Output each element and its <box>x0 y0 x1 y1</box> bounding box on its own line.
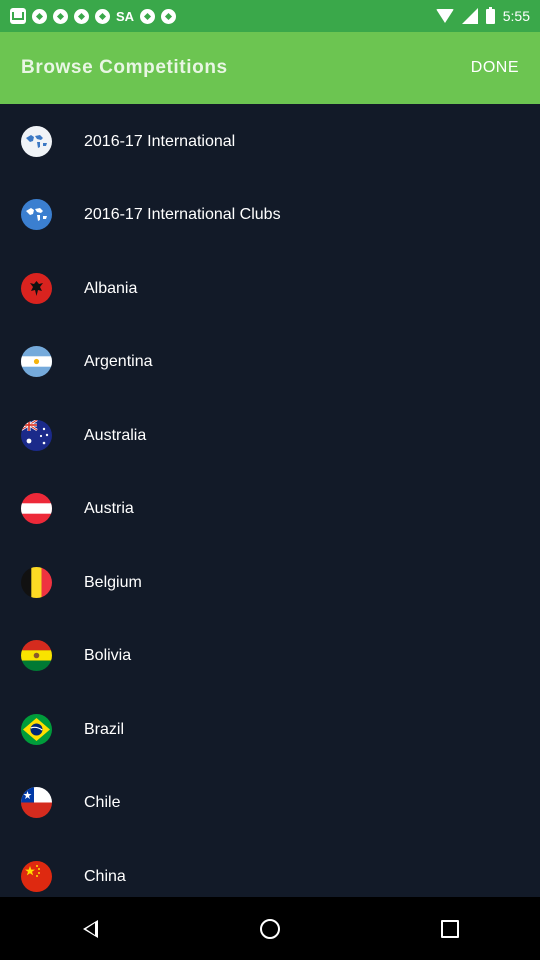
status-bar: SA 5:55 <box>0 0 540 32</box>
competition-item-albania[interactable]: Albania <box>0 252 540 325</box>
competition-item-chile[interactable]: Chile <box>0 766 540 839</box>
world-map-icon <box>21 126 52 157</box>
competition-label: Brazil <box>84 720 125 738</box>
competition-item-bolivia[interactable]: Bolivia <box>0 619 540 692</box>
wifi-icon <box>435 9 454 23</box>
competition-item-brazil[interactable]: Brazil <box>0 693 540 766</box>
clock: 5:55 <box>502 8 530 24</box>
brazil-flag-icon <box>21 714 52 745</box>
australia-flag-icon <box>21 420 52 451</box>
competition-item-international-clubs[interactable]: 2016-17 International Clubs <box>0 178 540 251</box>
competition-label: Austria <box>84 499 134 517</box>
recent-apps-button[interactable] <box>420 909 480 949</box>
competition-item-china[interactable]: China <box>0 840 540 897</box>
carrier-tag: SA <box>116 8 135 24</box>
belgium-flag-icon <box>21 567 52 598</box>
competition-label: Bolivia <box>84 646 132 664</box>
competition-item-argentina[interactable]: Argentina <box>0 325 540 398</box>
competition-label: Albania <box>84 279 138 297</box>
bolivia-flag-icon <box>21 640 52 671</box>
back-triangle-icon <box>82 919 98 938</box>
china-flag-icon <box>21 861 52 892</box>
battery-icon <box>485 6 495 24</box>
soccer-ball-icon <box>74 8 89 24</box>
competition-label: Argentina <box>84 352 153 370</box>
competition-label: 2016-17 International Clubs <box>84 205 281 223</box>
back-button[interactable] <box>60 909 120 949</box>
soccer-ball-icon <box>140 8 156 24</box>
competition-list[interactable]: 2016-17 International 2016-17 Internatio… <box>0 104 540 897</box>
austria-flag-icon <box>21 493 52 524</box>
competition-item-international[interactable]: 2016-17 International <box>0 105 540 178</box>
done-button[interactable]: DONE <box>455 32 540 104</box>
competition-item-australia[interactable]: Australia <box>0 399 540 472</box>
competition-label: China <box>84 867 126 885</box>
argentina-flag-icon <box>21 346 52 377</box>
competition-label: Australia <box>84 426 147 444</box>
soccer-ball-icon <box>95 8 110 24</box>
page-title: Browse Competitions <box>21 57 228 78</box>
notification-icons: SA <box>0 8 177 24</box>
home-button[interactable] <box>240 909 300 949</box>
cell-signal-icon <box>461 8 478 24</box>
competition-label: Belgium <box>84 573 142 591</box>
app-notification-icon <box>10 8 26 24</box>
competition-item-austria[interactable]: Austria <box>0 472 540 545</box>
competition-label: 2016-17 International <box>84 132 236 150</box>
home-circle-icon <box>260 918 280 939</box>
albania-flag-icon <box>21 273 52 304</box>
system-icons: 5:55 <box>435 6 540 24</box>
chile-flag-icon <box>21 787 52 818</box>
world-map-icon <box>21 199 52 230</box>
system-nav-bar <box>0 897 540 960</box>
competition-label: Chile <box>84 793 121 811</box>
soccer-ball-icon <box>161 8 177 24</box>
app-bar: Browse Competitions DONE <box>0 32 540 104</box>
soccer-ball-icon <box>53 8 68 24</box>
competition-item-belgium[interactable]: Belgium <box>0 546 540 619</box>
recent-apps-square-icon <box>441 919 459 938</box>
soccer-ball-icon <box>32 8 47 24</box>
